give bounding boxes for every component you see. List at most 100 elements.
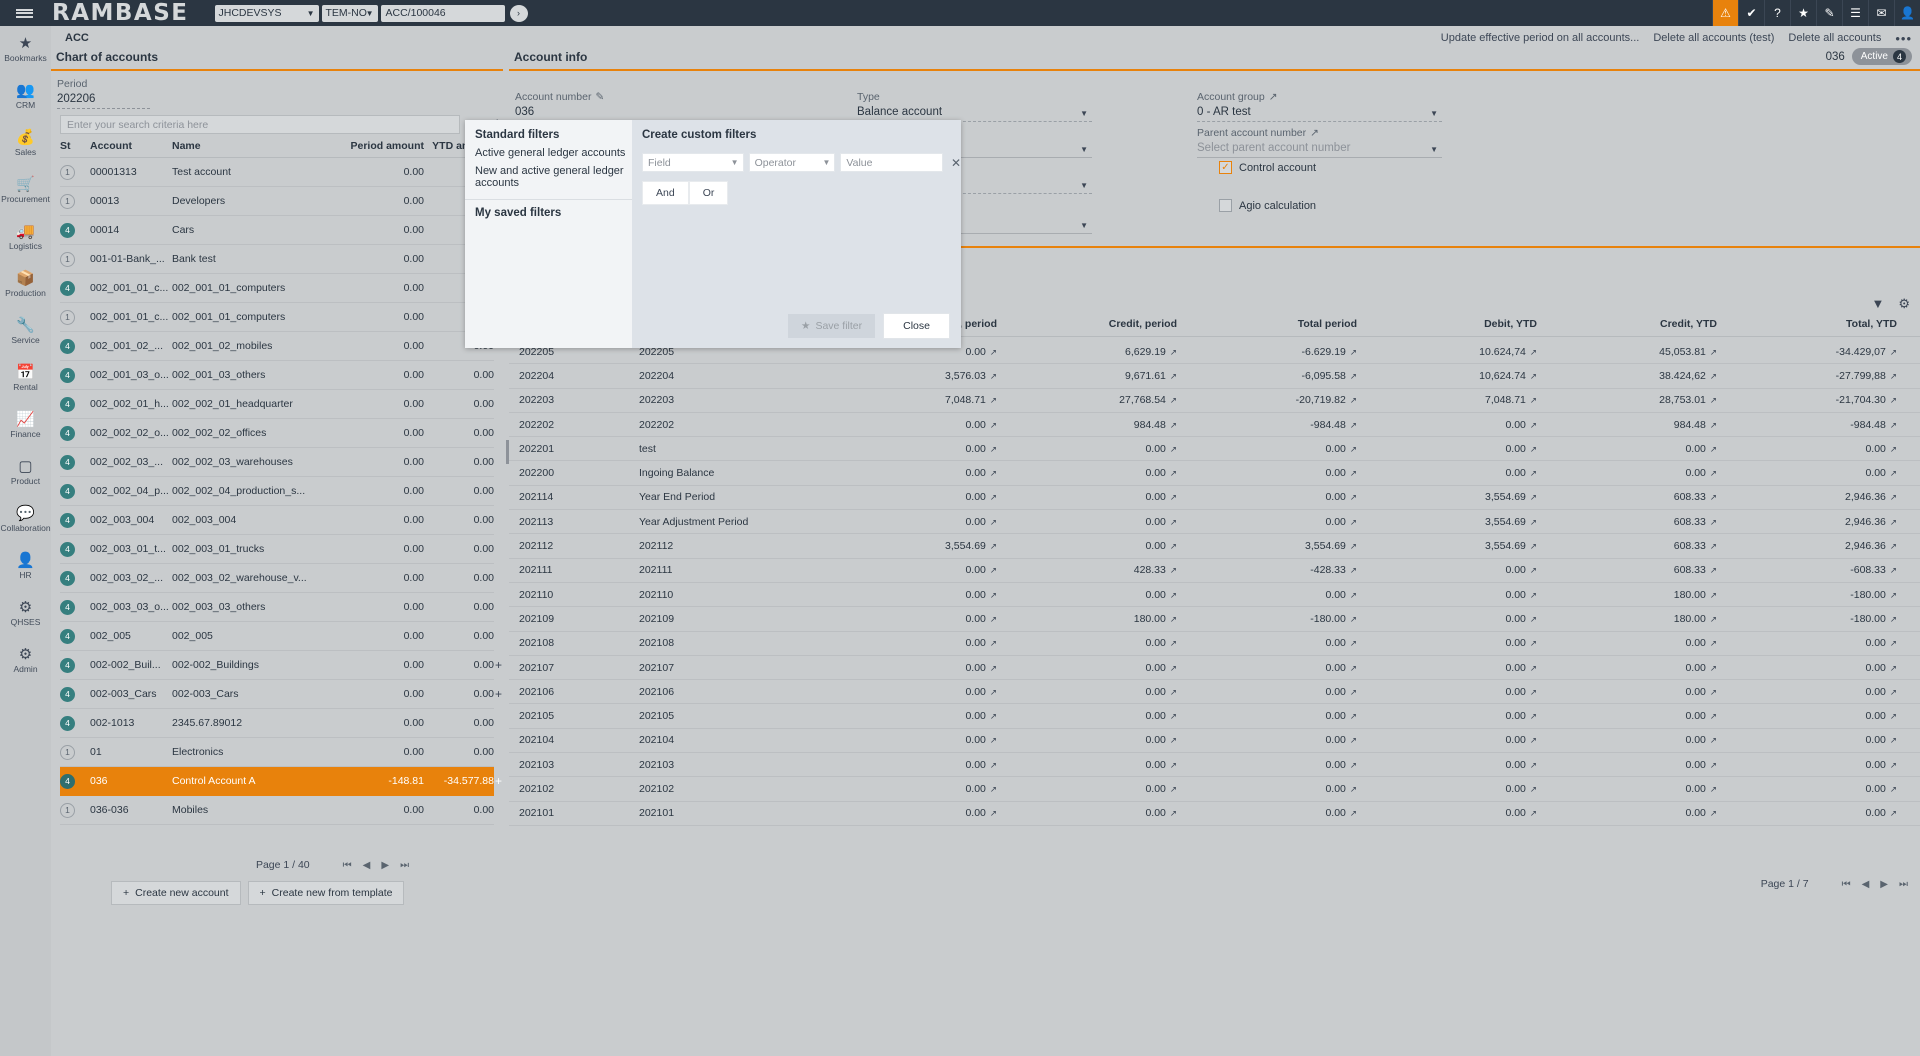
sidebar-item-admin[interactable]: ⚙ Admin — [0, 637, 51, 684]
external-link-icon[interactable]: ↗ — [1710, 492, 1717, 502]
remove-filter-row-icon[interactable]: ✕ — [951, 156, 961, 170]
table-row[interactable]: 4002_002_02_o...002_002_02_offices0.000.… — [60, 419, 494, 448]
prev-page-button[interactable]: ◀ — [1862, 879, 1870, 890]
prev-page-button[interactable]: ◀ — [363, 860, 371, 871]
external-link-icon[interactable]: ↗ — [990, 663, 997, 673]
filter-operator-select[interactable]: Operator ▼ — [749, 153, 836, 172]
create-new-account-button[interactable]: + Create new account — [111, 881, 241, 905]
external-link-icon[interactable]: ↗ — [1710, 735, 1717, 745]
sidebar-item-collaboration[interactable]: 💬 Collaboration — [0, 496, 51, 543]
chevron-down-icon[interactable]: ▼ — [1080, 109, 1088, 118]
edit-icon[interactable]: ✎ — [595, 91, 604, 103]
search-input[interactable]: Enter your search criteria here — [60, 115, 460, 134]
company-select[interactable]: TEM-NO ▼ — [322, 5, 378, 22]
alert-icon[interactable]: ⚠ — [1712, 0, 1738, 26]
sidebar-item-finance[interactable]: 📈 Finance — [0, 402, 51, 449]
external-link-icon[interactable]: ↗ — [990, 735, 997, 745]
update-effective-period-action[interactable]: Update effective period on all accounts.… — [1441, 32, 1640, 44]
external-link-icon[interactable]: ↗ — [990, 638, 997, 648]
external-link-icon[interactable]: ↗ — [1530, 420, 1537, 430]
external-link-icon[interactable]: ↗ — [1710, 784, 1717, 794]
external-link-icon[interactable]: ↗ — [1530, 663, 1537, 673]
table-row[interactable]: 4002_005002_0050.000.00 — [60, 622, 494, 651]
sidebar-item-logistics[interactable]: 🚚 Logistics — [0, 214, 51, 261]
go-button[interactable]: › — [510, 5, 528, 22]
external-link-icon[interactable]: ↗ — [1170, 541, 1177, 551]
table-row[interactable]: 2021052021050.00↗0.00↗0.00↗0.00↗0.00↗0.0… — [509, 704, 1920, 728]
filter-active-gl-accounts[interactable]: Active general ledger accounts — [465, 141, 632, 159]
external-link-icon[interactable]: ↗ — [1530, 735, 1537, 745]
table-row[interactable]: 4002_001_03_o...002_001_03_others0.000.0… — [60, 361, 494, 390]
external-link-icon[interactable]: ↗ — [990, 541, 997, 551]
filter-icon[interactable]: ▼ — [1871, 296, 1884, 312]
external-link-icon[interactable]: ↗ — [1170, 565, 1177, 575]
table-row[interactable]: 4002-002_Buil...002-002_Buildings0.000.0… — [60, 651, 494, 680]
table-row[interactable]: 4002_003_01_t...002_003_01_trucks0.000.0… — [60, 535, 494, 564]
external-link-icon[interactable]: ↗ — [1350, 395, 1357, 405]
delete-all-accounts-action[interactable]: Delete all accounts — [1788, 32, 1881, 44]
sidebar-item-service[interactable]: 🔧 Service — [0, 308, 51, 355]
first-page-button[interactable]: ⏮ — [343, 860, 352, 871]
external-link-icon[interactable]: ↗ — [1350, 565, 1357, 575]
external-link-icon[interactable]: ↗ — [1530, 492, 1537, 502]
external-link-icon[interactable]: ↗ — [1710, 590, 1717, 600]
last-page-button[interactable]: ⏭ — [400, 860, 409, 871]
external-link-icon[interactable]: ↗ — [1710, 711, 1717, 721]
chevron-down-icon[interactable]: ▼ — [1080, 221, 1088, 230]
external-link-icon[interactable]: ↗ — [1350, 808, 1357, 818]
table-row[interactable]: 2021072021070.00↗0.00↗0.00↗0.00↗0.00↗0.0… — [509, 656, 1920, 680]
external-link-icon[interactable]: ↗ — [1890, 614, 1897, 624]
parent-account-field[interactable]: Parent account number ↗ Select parent ac… — [1197, 127, 1442, 158]
check-badge-icon[interactable]: ✔ — [1738, 0, 1764, 26]
control-account-checkbox[interactable]: ✓ Control account — [1219, 161, 1316, 174]
system-select[interactable]: JHCDEVSYS ▼ — [215, 5, 319, 22]
create-new-from-template-button[interactable]: + Create new from template — [248, 881, 405, 905]
external-link-icon[interactable]: ↗ — [1530, 347, 1537, 357]
external-link-icon[interactable]: ↗ — [1890, 492, 1897, 502]
chevron-down-icon[interactable]: ▼ — [1080, 181, 1088, 190]
external-link-icon[interactable]: ↗ — [1170, 590, 1177, 600]
table-row[interactable]: 4036Control Account A-148.81-34.577.88+ — [60, 767, 494, 796]
table-row[interactable]: 1002_001_01_c...002_001_01_computers0.00… — [60, 303, 494, 332]
table-row[interactable]: 2021122021123,554.69↗0.00↗3,554.69↗3,554… — [509, 534, 1920, 558]
attachment-icon[interactable]: ✎ — [1816, 0, 1842, 26]
external-link-icon[interactable]: ↗ — [1350, 687, 1357, 697]
external-link-icon[interactable]: ↗ — [1530, 808, 1537, 818]
external-link-icon[interactable]: ↗ — [1170, 663, 1177, 673]
table-row[interactable]: 2021112021110.00↗428.33↗-428.33↗0.00↗608… — [509, 559, 1920, 583]
external-link-icon[interactable]: ↗ — [1170, 347, 1177, 357]
table-row[interactable]: 1001-01-Bank_...Bank test0.000.00 — [60, 245, 494, 274]
sidebar-item-product[interactable]: ▢ Product — [0, 449, 51, 496]
user-icon[interactable]: 👤 — [1894, 0, 1920, 26]
help-icon[interactable]: ? — [1764, 0, 1790, 26]
external-link-icon[interactable]: ↗ — [1530, 468, 1537, 478]
external-link-icon[interactable]: ↗ — [1890, 395, 1897, 405]
external-link-icon[interactable]: ↗ — [990, 760, 997, 770]
external-link-icon[interactable]: ↗ — [1170, 444, 1177, 454]
sidebar-item-crm[interactable]: 👥 CRM — [0, 73, 51, 120]
external-link-icon[interactable]: ↗ — [1710, 395, 1717, 405]
menu-icon[interactable] — [0, 0, 48, 26]
table-row[interactable]: 2022032022037,048.71↗27,768.54↗-20,719.8… — [509, 389, 1920, 413]
sidebar-item-sales[interactable]: 💰 Sales — [0, 120, 51, 167]
next-page-button[interactable]: ▶ — [1880, 879, 1888, 890]
external-link-icon[interactable]: ↗ — [1170, 371, 1177, 381]
account-group-field[interactable]: Account group ↗ 0 - AR test ▼ — [1197, 91, 1442, 122]
external-link-icon[interactable]: ↗ — [990, 687, 997, 697]
table-row[interactable]: 2022042022043,576.03↗9,671.61↗-6,095.58↗… — [509, 364, 1920, 388]
table-row[interactable]: 4002_003_02_...002_003_02_warehouse_v...… — [60, 564, 494, 593]
expand-row-icon[interactable]: + — [495, 687, 502, 701]
external-link-icon[interactable]: ↗ — [1530, 517, 1537, 527]
external-link-icon[interactable]: ↗ — [990, 492, 997, 502]
chevron-down-icon[interactable]: ▼ — [1430, 145, 1438, 154]
and-button[interactable]: And — [642, 181, 689, 205]
external-link-icon[interactable]: ↗ — [1170, 711, 1177, 721]
external-link-icon[interactable]: ↗ — [1530, 444, 1537, 454]
external-link-icon[interactable]: ↗ — [990, 808, 997, 818]
table-row[interactable]: 4002_002_03_...002_002_03_warehouses0.00… — [60, 448, 494, 477]
external-link-icon[interactable]: ↗ — [1890, 444, 1897, 454]
expand-row-icon[interactable]: + — [495, 774, 502, 788]
external-link-icon[interactable]: ↗ — [990, 517, 997, 527]
chevron-down-icon[interactable]: ▼ — [1080, 145, 1088, 154]
table-row[interactable]: 2021032021030.00↗0.00↗0.00↗0.00↗0.00↗0.0… — [509, 753, 1920, 777]
